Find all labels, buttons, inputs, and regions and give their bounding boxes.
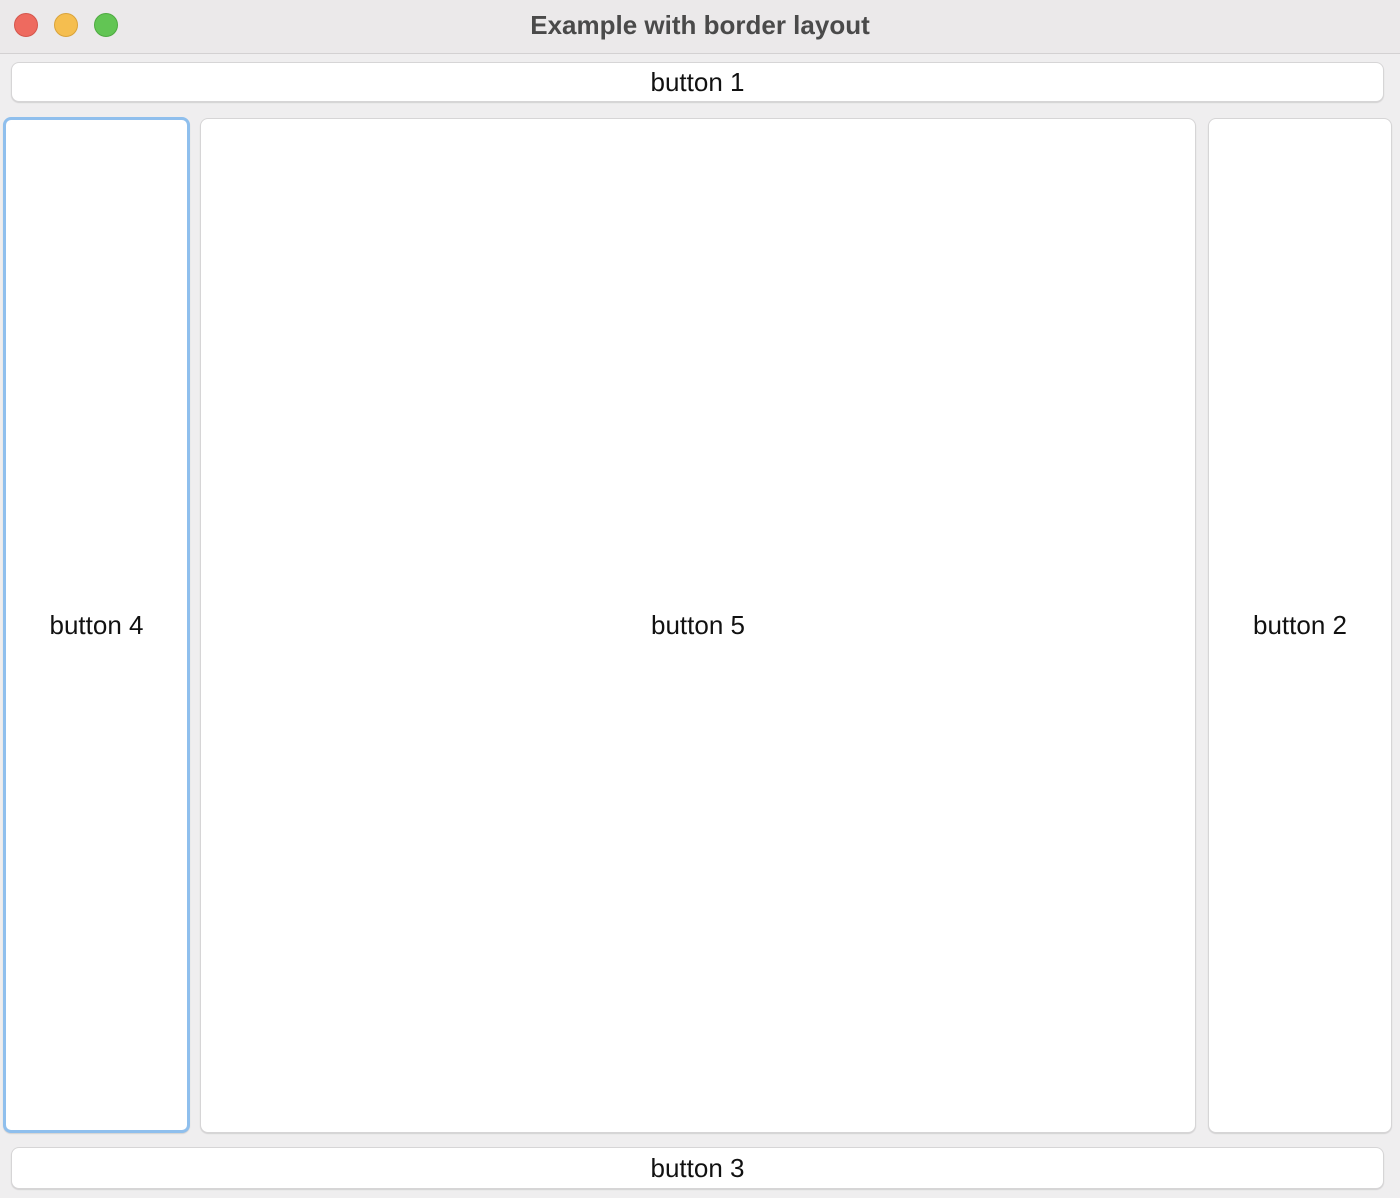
button-south[interactable]: button 3 [11,1147,1384,1189]
button-west-label: button 4 [49,609,144,640]
button-center[interactable]: button 5 [200,118,1196,1133]
title-bar[interactable]: Example with border layout [0,0,1400,54]
button-west[interactable]: button 4 [3,117,190,1133]
window-title: Example with border layout [530,10,870,40]
app-window: Example with border layout button 1 butt… [0,0,1400,1198]
button-center-label: button 5 [651,610,745,640]
button-east[interactable]: button 2 [1208,118,1392,1133]
button-east-label: button 2 [1253,610,1347,640]
button-north[interactable]: button 1 [11,62,1384,102]
button-north-label: button 1 [650,66,745,97]
button-south-label: button 3 [650,1152,745,1183]
